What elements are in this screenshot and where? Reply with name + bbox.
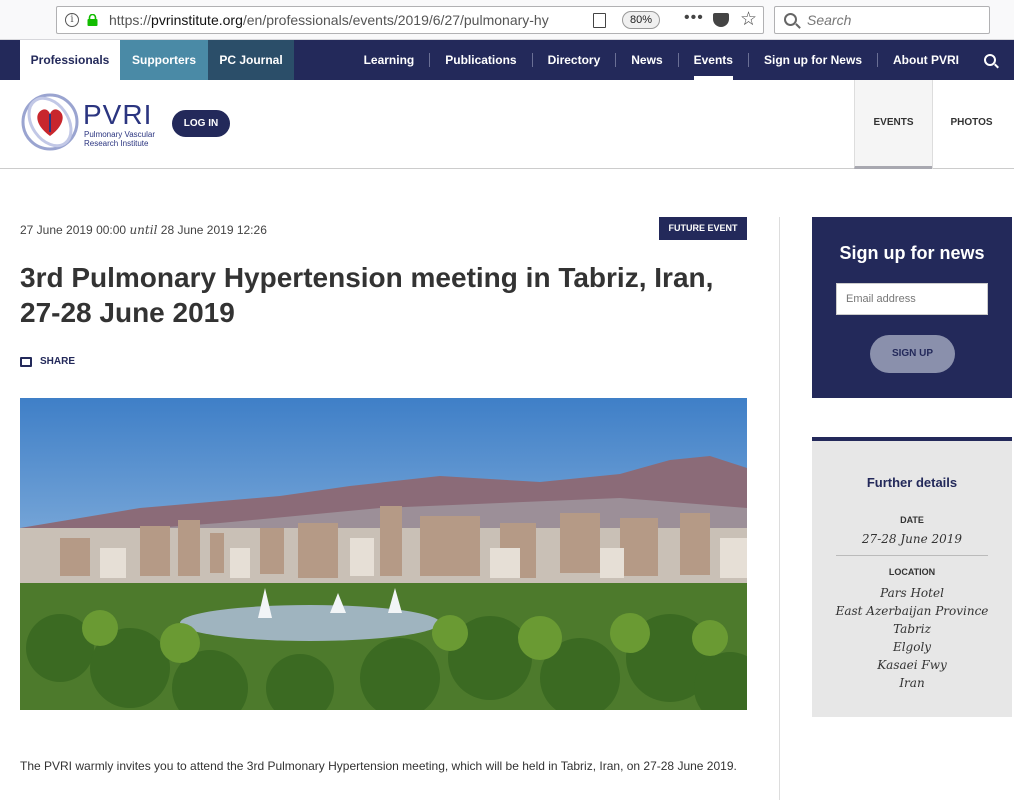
- location-line: Kasaei Fwy: [877, 658, 947, 672]
- tab-pc-journal[interactable]: PC Journal: [208, 40, 294, 80]
- browser-toolbar: i https://pvrinstitute.org/en/profession…: [0, 0, 1014, 40]
- tabriz-city-photo: [20, 398, 747, 710]
- site-navigation: Professionals Supporters PC Journal Lear…: [0, 40, 1014, 80]
- nav-link-about[interactable]: About PVRI: [877, 53, 974, 67]
- date-label: DATE: [900, 515, 924, 525]
- nav-link-learning[interactable]: Learning: [349, 53, 430, 67]
- nav-link-news[interactable]: News: [615, 53, 677, 67]
- location-line: Elgoly: [892, 640, 932, 654]
- location-line: Tabriz: [893, 622, 931, 636]
- nav-links: Learning Publications Directory News Eve…: [349, 40, 998, 80]
- event-until: until: [129, 223, 158, 237]
- location-line: Pars Hotel: [880, 586, 944, 600]
- tab-supporters[interactable]: Supporters: [120, 40, 208, 80]
- future-event-badge: FUTURE EVENT: [659, 217, 747, 240]
- page-title: 3rd Pulmonary Hypertension meeting in Ta…: [20, 262, 714, 328]
- event-end: 28 June 2019 12:26: [160, 223, 267, 237]
- site-search-icon[interactable]: [984, 54, 996, 66]
- logo-subtitle: Pulmonary Vascular Research Institute: [84, 130, 155, 148]
- further-details-panel: Further details DATE 27-28 June 2019 LOC…: [812, 437, 1012, 717]
- subtab-events[interactable]: EVENTS: [854, 80, 932, 169]
- lock-icon: [87, 14, 98, 26]
- email-field[interactable]: Email address: [836, 283, 988, 315]
- tab-professionals[interactable]: Professionals: [20, 40, 120, 80]
- share-icon: [20, 356, 32, 367]
- browser-search-input[interactable]: Search: [774, 6, 990, 34]
- info-icon[interactable]: i: [65, 13, 79, 27]
- date-value: 27-28 June 2019: [861, 532, 963, 546]
- logo-wordmark[interactable]: PVRI: [83, 99, 152, 131]
- location-line: Iran: [899, 676, 925, 690]
- site-header: PVRI Pulmonary Vascular Research Institu…: [0, 80, 1014, 169]
- content-divider: [779, 217, 780, 800]
- share-button[interactable]: SHARE: [20, 356, 75, 367]
- newsletter-signup: Sign up for news Email address SIGN UP: [812, 217, 1012, 398]
- search-placeholder: Search: [807, 12, 852, 28]
- nav-link-events[interactable]: Events: [677, 53, 748, 80]
- event-date-range: 27 June 2019 00:00 until 28 June 2019 12…: [20, 223, 267, 237]
- pvri-logo-icon[interactable]: [20, 92, 80, 152]
- address-bar[interactable]: i https://pvrinstitute.org/en/profession…: [56, 6, 764, 34]
- location-label: LOCATION: [888, 567, 936, 577]
- details-divider: [836, 555, 988, 556]
- event-description: The PVRI warmly invites you to attend th…: [20, 759, 737, 773]
- location-list: Pars Hotel East Azerbaijan Province Tabr…: [812, 584, 1012, 692]
- reader-view-icon[interactable]: [593, 13, 606, 28]
- signup-title: Sign up for news: [839, 243, 985, 263]
- url-text[interactable]: https://pvrinstitute.org/en/professional…: [109, 12, 559, 28]
- bookmark-star-icon[interactable]: ☆: [740, 8, 757, 31]
- nav-link-publications[interactable]: Publications: [429, 53, 531, 67]
- nav-link-signup-news[interactable]: Sign up for News: [747, 53, 877, 67]
- zoom-level-badge[interactable]: 80%: [622, 11, 661, 29]
- signup-button[interactable]: SIGN UP: [870, 335, 955, 373]
- login-button[interactable]: LOG IN: [172, 110, 230, 137]
- location-line: East Azerbaijan Province: [835, 604, 989, 618]
- page-actions-icon[interactable]: •••: [684, 9, 704, 27]
- search-icon: [784, 13, 797, 26]
- event-start: 27 June 2019 00:00: [20, 223, 127, 237]
- share-label: SHARE: [40, 356, 76, 367]
- pocket-icon[interactable]: [713, 13, 729, 27]
- details-title: Further details: [866, 475, 958, 490]
- subtab-photos[interactable]: PHOTOS: [932, 80, 1010, 169]
- nav-link-directory[interactable]: Directory: [531, 53, 616, 67]
